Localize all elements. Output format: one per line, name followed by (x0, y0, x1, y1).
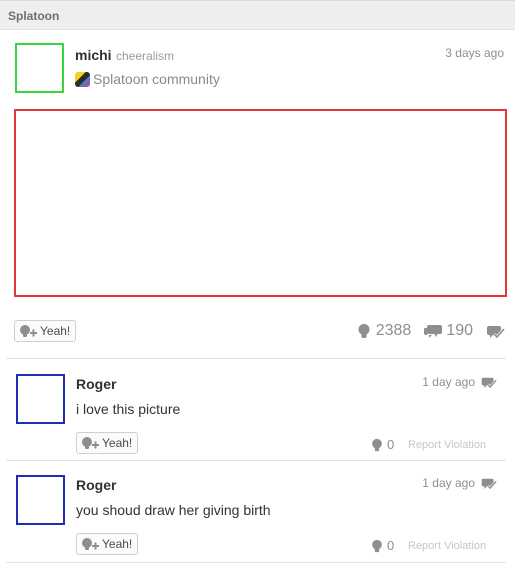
comment-timestamp-text: 1 day ago (422, 476, 475, 490)
divider (6, 562, 506, 563)
yeah-button-label: Yeah! (102, 537, 133, 551)
comment-author-avatar[interactable] (16, 475, 65, 525)
comment-username[interactable]: Roger (76, 477, 116, 493)
yeah-count-value: 2388 (375, 322, 412, 339)
community-icon (75, 72, 90, 87)
yeah-add-icon (80, 537, 100, 551)
post-yeah-button[interactable]: Yeah! (14, 320, 77, 342)
spoiler-icon[interactable] (480, 476, 497, 490)
comment-count: 190 (423, 322, 473, 340)
page-title: Splatoon (8, 9, 60, 23)
report-violation-link[interactable]: Report Violation (408, 540, 486, 552)
comment-body: you shoud draw her giving birth (76, 502, 271, 518)
comment-timestamp: 1 day ago (422, 375, 497, 389)
comment-yeah-count: 0 (370, 538, 394, 553)
top-bar: Splatoon (0, 0, 515, 30)
comment-body: i love this picture (76, 401, 181, 417)
post-image[interactable] (14, 109, 507, 297)
comment-count-value: 190 (446, 322, 473, 339)
post-timestamp: 3 days ago (445, 46, 504, 60)
spoiler-icon[interactable] (480, 375, 497, 389)
post-stats: 2388 190 (355, 322, 505, 340)
yeah-count-icon (355, 323, 373, 339)
comment-yeah-button[interactable]: Yeah! (76, 432, 139, 454)
community-link[interactable]: Splatoon community (93, 71, 220, 87)
comment-yeah-count-value: 0 (387, 437, 395, 452)
divider (6, 358, 506, 359)
comment-author-avatar[interactable] (16, 374, 65, 424)
divider (6, 460, 506, 461)
comment-yeah-button[interactable]: Yeah! (76, 533, 139, 555)
yeah-add-icon (18, 324, 38, 338)
comment-yeah-count-value: 0 (387, 538, 395, 553)
yeah-button-label: Yeah! (40, 324, 71, 338)
comment-yeah-count: 0 (370, 437, 394, 452)
comment-timestamp-text: 1 day ago (422, 375, 475, 389)
comment-username[interactable]: Roger (76, 376, 116, 392)
post-user-id: cheeralism (116, 49, 175, 63)
yeah-count: 2388 (355, 322, 412, 340)
yeah-count-icon (370, 438, 384, 452)
yeah-add-icon (80, 436, 100, 450)
comment-timestamp: 1 day ago (422, 476, 497, 490)
yeah-count-icon (370, 539, 384, 553)
yeah-button-label: Yeah! (102, 436, 133, 450)
post-author-avatar[interactable] (15, 43, 64, 93)
report-violation-link[interactable]: Report Violation (408, 439, 486, 451)
post-username[interactable]: michi (75, 47, 112, 63)
spoiler-icon[interactable] (485, 323, 505, 339)
comment-count-icon (423, 323, 443, 339)
